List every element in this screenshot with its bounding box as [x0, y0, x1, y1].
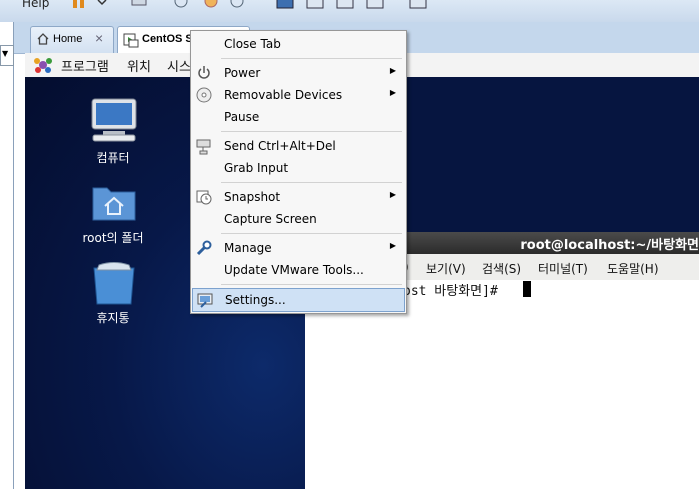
chevron-down-icon: ▼ — [2, 49, 9, 58]
menu-separator — [221, 131, 402, 132]
library-panel — [0, 22, 14, 489]
home-folder-label: root의 폴더 — [82, 231, 144, 245]
terminal-menu-terminal[interactable]: 터미널(T) — [538, 260, 588, 277]
power-icon — [198, 66, 210, 79]
menu-item-pause[interactable]: Pause — [191, 106, 406, 128]
settings-icon — [197, 293, 213, 308]
submenu-arrow-icon: ▶ — [389, 241, 396, 250]
menu-item-snapshot[interactable]: Snapshot ▶ — [191, 186, 406, 208]
menu-item-capture-screen[interactable]: Capture Screen — [191, 208, 406, 230]
terminal-cursor — [523, 281, 531, 297]
close-icon[interactable]: × — [95, 30, 103, 46]
menu-item-power[interactable]: Power ▶ — [191, 62, 406, 84]
trash-label: 휴지통 — [96, 311, 130, 325]
vm-context-menu: Close Tab Power ▶ Removable Devices ▶ Pa… — [190, 30, 407, 314]
system-menu[interactable]: 시스 — [167, 56, 191, 75]
snapshot-icon — [196, 190, 212, 205]
tab-home-label: Home — [53, 33, 83, 45]
help-menu[interactable]: Help — [22, 0, 49, 10]
terminal-prompt: ost 바탕화면]# — [403, 284, 498, 299]
menu-item-settings[interactable]: Settings... — [192, 288, 405, 312]
places-menu[interactable]: 위치 — [127, 56, 151, 75]
cd-icon — [196, 87, 212, 103]
terminal-menu-search[interactable]: 검색(S) — [482, 260, 521, 277]
applications-menu[interactable]: 프로그램 — [61, 56, 109, 75]
home-icon — [37, 33, 49, 45]
pause-toolbar-icon[interactable] — [70, 0, 110, 12]
computer-label: 컴퓨터 — [96, 151, 130, 165]
home-folder-icon[interactable] — [91, 182, 137, 222]
unity-toolbar-icon[interactable] — [408, 0, 430, 12]
menu-item-update-vmware-tools[interactable]: Update VMware Tools... — [191, 259, 406, 281]
tab-centos-label: CentOS S — [142, 33, 193, 45]
menu-separator — [221, 284, 402, 285]
gnome-foot-icon — [34, 58, 52, 73]
menu-item-grab-input[interactable]: Grab Input — [191, 157, 406, 179]
wrench-icon — [196, 240, 212, 256]
vmware-toolbar: Help — [0, 0, 699, 23]
submenu-arrow-icon: ▶ — [389, 190, 396, 199]
terminal-menu-help[interactable]: 도움말(H) — [607, 260, 659, 277]
menu-item-send-ctrl-alt-del[interactable]: Send Ctrl+Alt+Del — [191, 135, 406, 157]
send-keys-toolbar-icon[interactable] — [130, 0, 150, 12]
tab-home[interactable]: Home × — [30, 26, 114, 53]
submenu-arrow-icon: ▶ — [389, 66, 396, 75]
keyboard-network-icon — [196, 139, 211, 155]
menu-separator — [221, 233, 402, 234]
terminal-menu-view[interactable]: 보기(V) — [426, 260, 466, 277]
vm-icon — [123, 33, 139, 48]
menu-separator — [221, 182, 402, 183]
menu-item-manage[interactable]: Manage ▶ — [191, 237, 406, 259]
terminal-title: root@localhost:~/바탕화면 — [520, 238, 699, 253]
computer-icon[interactable] — [89, 97, 139, 143]
view-mode-toolbar-icons[interactable] — [275, 0, 395, 12]
menu-item-close-tab[interactable]: Close Tab — [191, 33, 406, 55]
menu-separator — [221, 58, 402, 59]
library-dropdown[interactable]: ▼ — [0, 45, 14, 66]
trash-icon[interactable] — [91, 262, 137, 306]
menu-item-removable-devices[interactable]: Removable Devices ▶ — [191, 84, 406, 106]
submenu-arrow-icon: ▶ — [389, 88, 396, 97]
snapshot-toolbar-icons[interactable] — [172, 0, 252, 12]
